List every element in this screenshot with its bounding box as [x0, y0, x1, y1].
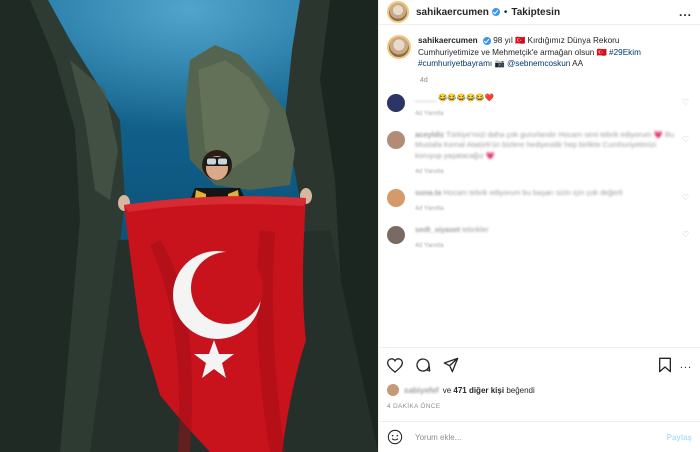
- comment-meta[interactable]: 4d Yanıtla: [415, 167, 675, 178]
- like-comment-heart-icon[interactable]: ♡: [682, 230, 689, 239]
- hashtag-link[interactable]: #29Ekim: [609, 48, 641, 57]
- emoji-smiley-icon[interactable]: [387, 429, 403, 445]
- commenter-avatar[interactable]: [387, 130, 405, 149]
- comment-text: tebrikler: [462, 224, 489, 234]
- liker-avatar[interactable]: [387, 384, 399, 396]
- post-actions: ... sabiyefef ve 471 diğer kişi beğendi …: [379, 347, 700, 410]
- commenter-username[interactable]: _____: [415, 93, 436, 102]
- hashtag-link[interactable]: #cumhuriyetbayramı: [418, 59, 492, 68]
- like-comment-heart-icon[interactable]: ♡: [682, 98, 689, 107]
- more-options-icon[interactable]: ...: [680, 359, 692, 371]
- comment-item: aceyldiz Türkiye'mizi daha çok gururland…: [387, 130, 692, 178]
- caption-username[interactable]: sahikaercumen: [418, 36, 478, 45]
- action-bar: ...: [387, 354, 692, 376]
- comment-item: suna.ta Hocam tebrik ediyorum bu başarı …: [387, 188, 692, 215]
- caption-text: sahikaercumen 98 yıl 🇹🇷 Kırdığımız Dünya…: [418, 35, 680, 70]
- post-comment-button[interactable]: Paylaş: [667, 433, 692, 442]
- author-avatar[interactable]: [387, 1, 409, 23]
- like-comment-heart-icon[interactable]: ♡: [682, 193, 689, 202]
- liker-username[interactable]: sabiyefef: [404, 386, 439, 395]
- comment-item: _____ 😂😂😂😂😂❤️ 4d Yanıtla ♡: [387, 93, 692, 120]
- author-username[interactable]: sahikaercumen: [416, 7, 489, 18]
- more-options-icon[interactable]: ...: [679, 5, 692, 19]
- likes-connector: ve: [442, 385, 452, 395]
- like-heart-icon[interactable]: [387, 357, 403, 373]
- commenter-avatar[interactable]: [387, 93, 405, 112]
- save-bookmark-icon[interactable]: [658, 357, 672, 373]
- mention-link[interactable]: @sebnemcoskun: [507, 59, 570, 68]
- comment-meta[interactable]: 4d Yanıtla: [415, 109, 675, 120]
- post-sidebar: sahikaercumen • Takiptesin ... sahikaerc…: [378, 0, 700, 452]
- comment-item: sedt_siyaset tebrikler 4d Yanıtla ♡: [387, 225, 692, 252]
- share-icon[interactable]: [443, 357, 459, 373]
- commenter-avatar[interactable]: [387, 225, 405, 244]
- caption-avatar[interactable]: [387, 35, 411, 59]
- comment-meta[interactable]: 4d Yanıtla: [415, 204, 675, 215]
- comment-icon[interactable]: [415, 357, 431, 373]
- post-header: sahikaercumen • Takiptesin ...: [379, 0, 700, 25]
- comment-meta[interactable]: 4d Yanıtla: [415, 241, 675, 252]
- commenter-avatar[interactable]: [387, 188, 405, 207]
- likes-suffix: beğendi: [506, 385, 535, 395]
- underwater-flag-image: [0, 0, 378, 452]
- likes-count[interactable]: 471 diğer kişi: [453, 386, 504, 395]
- commenter-username[interactable]: sedt_siyaset: [415, 225, 460, 234]
- add-comment-bar: Paylaş: [379, 421, 700, 452]
- like-comment-heart-icon[interactable]: ♡: [682, 135, 689, 144]
- post-photo[interactable]: [0, 0, 378, 452]
- likes-summary: sabiyefef ve 471 diğer kişi beğendi: [387, 384, 692, 396]
- instagram-post-view: sahikaercumen • Takiptesin ... sahikaerc…: [0, 0, 700, 452]
- header-separator: •: [503, 6, 508, 18]
- following-button[interactable]: Takiptesin: [511, 7, 560, 18]
- comment-input[interactable]: [413, 431, 667, 443]
- verified-badge-icon: [491, 8, 500, 16]
- caption-age: 4d: [420, 76, 428, 84]
- commenter-username[interactable]: suna.ta: [415, 188, 441, 197]
- camera-emoji: 📷: [494, 59, 505, 68]
- commenter-username[interactable]: aceyldiz: [415, 130, 444, 139]
- comment-text: Türkiye'mizi daha çok gururlandır Hocam …: [415, 129, 675, 160]
- post-caption: sahikaercumen 98 yıl 🇹🇷 Kırdığımız Dünya…: [379, 25, 700, 70]
- photo-credit: AA: [572, 59, 584, 68]
- comment-text: Hocam tebrik ediyorum bu başarı sizin iç…: [443, 187, 623, 197]
- post-time-ago: 4 DAKİKA ÖNCE: [387, 403, 441, 410]
- comment-text: 😂😂😂😂😂❤️: [437, 92, 494, 102]
- verified-badge-icon: [482, 36, 491, 45]
- comment-list: _____ 😂😂😂😂😂❤️ 4d Yanıtla ♡ aceyldiz Türk…: [379, 84, 700, 252]
